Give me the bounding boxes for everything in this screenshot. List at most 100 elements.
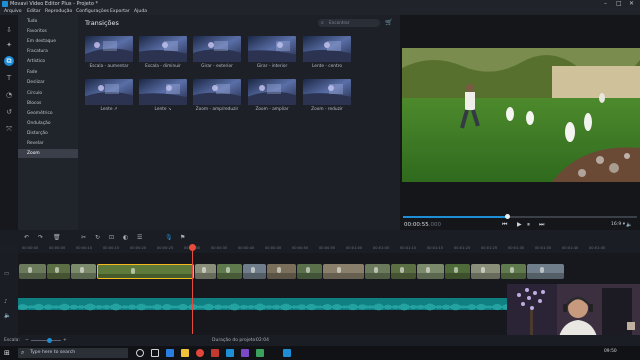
category-fade[interactable]: Fade (18, 68, 78, 77)
chrome-icon[interactable] (196, 349, 204, 357)
category-tudo[interactable]: Tudo (18, 17, 78, 26)
mute-icon[interactable]: 🔈 (4, 313, 11, 319)
menu-arquivo[interactable]: Arquivo (4, 8, 22, 15)
timeline-ruler[interactable]: 00:00:00 00:00:05 00:00:10 00:00:15 00:00:20… (18, 245, 640, 253)
edge-icon[interactable] (166, 349, 174, 357)
taskbar-search[interactable]: Type here to search (18, 348, 128, 358)
video-clip[interactable] (445, 264, 470, 279)
video-clip[interactable] (501, 264, 526, 279)
category-revelar[interactable]: Revelar (18, 139, 78, 148)
category-fracatura[interactable]: Fracatura (18, 47, 78, 56)
video-clip[interactable] (471, 264, 500, 279)
video-clip[interactable] (19, 264, 46, 279)
category-favoritos[interactable]: Favoritos (18, 27, 78, 36)
category-ondulacao[interactable]: Ondulação (18, 119, 78, 128)
maximize-icon[interactable]: □ (616, 0, 622, 8)
app-icon-4[interactable] (256, 349, 264, 357)
video-clip[interactable] (195, 264, 216, 279)
cart-icon[interactable]: 🛒 (385, 19, 393, 27)
zoom-slider[interactable] (31, 340, 61, 341)
video-clip[interactable] (47, 264, 70, 279)
volume-icon[interactable]: 🔈 (626, 222, 632, 228)
selected-video-clip[interactable] (97, 264, 194, 279)
record-audio-icon[interactable]: 🎙 (165, 234, 173, 241)
video-clip[interactable] (217, 264, 242, 279)
crop-icon[interactable]: ⊡ (109, 234, 114, 241)
transition-thumb[interactable] (193, 79, 241, 105)
video-clip[interactable] (243, 264, 266, 279)
start-icon[interactable]: ⊞ (4, 349, 10, 357)
playback-progress[interactable] (403, 214, 637, 219)
task-view-icon[interactable] (151, 349, 159, 357)
video-clip[interactable] (297, 264, 322, 279)
minimize-icon[interactable]: – (604, 0, 607, 8)
cortana-icon[interactable] (136, 349, 144, 357)
ruler-label: 00:01:35 (535, 246, 552, 250)
transition-thumb[interactable] (303, 36, 351, 62)
video-clip[interactable] (267, 264, 296, 279)
category-blocos[interactable]: Blocos (18, 99, 78, 108)
transition-thumb[interactable] (248, 79, 296, 105)
category-distorcao[interactable]: Distorção (18, 129, 78, 138)
redo-icon[interactable]: ↷ (38, 234, 43, 241)
rotate-icon[interactable]: ↻ (95, 234, 100, 241)
transition-thumb[interactable] (85, 79, 133, 105)
close-icon[interactable]: ✕ (629, 0, 634, 8)
explorer-icon[interactable] (181, 349, 189, 357)
filters-icon[interactable]: ✦ (4, 40, 14, 50)
app-icon-1[interactable] (211, 349, 219, 357)
video-clip[interactable] (527, 264, 564, 279)
delete-icon[interactable]: 🗑 (53, 234, 61, 241)
app-icon-2[interactable] (226, 349, 234, 357)
category-deslizar[interactable]: Deslizar (18, 78, 78, 87)
progress-knob[interactable] (505, 214, 511, 219)
menu-exportar[interactable]: Exportar (110, 8, 130, 15)
menu-editar[interactable]: Editar (27, 8, 41, 15)
transition-thumb[interactable] (85, 36, 133, 62)
marker-icon[interactable]: ⚑ (180, 234, 185, 241)
pause-icon[interactable]: ⏸ (527, 221, 530, 229)
category-circulo[interactable]: Círculo (18, 89, 78, 98)
play-icon[interactable]: ▶ (517, 221, 522, 228)
transition-thumb[interactable] (248, 36, 296, 62)
aspect-ratio-select[interactable]: 16:9 ▾ (611, 222, 625, 227)
movavi-taskbar-icon[interactable] (283, 349, 291, 357)
audio-waveform (17, 303, 507, 311)
transition-thumb[interactable] (303, 79, 351, 105)
category-em-destaque[interactable]: Em destaque (18, 37, 78, 46)
more-tools-icon[interactable]: ⤧ (4, 124, 14, 134)
playhead[interactable] (192, 244, 193, 334)
video-clip[interactable] (365, 264, 390, 279)
video-preview (402, 48, 640, 182)
transition-thumb[interactable] (139, 79, 187, 105)
import-icon[interactable]: ⇩ (4, 25, 14, 35)
category-artistico[interactable]: Artístico (18, 57, 78, 66)
menu-configuracoes[interactable]: Configurações (76, 8, 109, 15)
video-clip[interactable] (391, 264, 416, 279)
search-input[interactable]: ⌕ Encontrar (318, 19, 380, 27)
audio-track[interactable] (17, 298, 508, 311)
stickers-icon[interactable]: ◔ (4, 90, 14, 100)
menu-ajuda[interactable]: Ajuda (134, 8, 147, 15)
skip-forward-icon[interactable]: ⏭ (539, 221, 544, 229)
properties-icon[interactable]: ☰ (137, 234, 142, 241)
video-clip[interactable] (417, 264, 444, 279)
transition-thumb[interactable] (139, 36, 187, 62)
menu-reproducao[interactable]: Reprodução (45, 8, 72, 15)
zoom-in-icon[interactable]: + (63, 335, 67, 346)
zoom-slider-knob[interactable] (47, 338, 52, 343)
transition-thumb[interactable] (193, 36, 241, 62)
skip-back-icon[interactable]: ⏮ (502, 221, 507, 229)
video-clip[interactable] (323, 264, 364, 279)
titles-icon[interactable]: T (4, 73, 14, 83)
undo-icon[interactable]: ↶ (24, 234, 29, 241)
video-clip[interactable] (71, 264, 96, 279)
cut-icon[interactable]: ✂ (81, 234, 86, 241)
zoom-out-icon[interactable]: − (25, 335, 29, 346)
transitions-icon[interactable]: ⧉ (4, 56, 14, 66)
app-icon-3[interactable] (241, 349, 249, 357)
category-zoom[interactable]: Zoom (18, 149, 78, 158)
color-icon[interactable]: ◐ (123, 234, 128, 241)
category-geometrico[interactable]: Geométrico (18, 109, 78, 118)
callouts-icon[interactable]: ↺ (4, 107, 14, 117)
